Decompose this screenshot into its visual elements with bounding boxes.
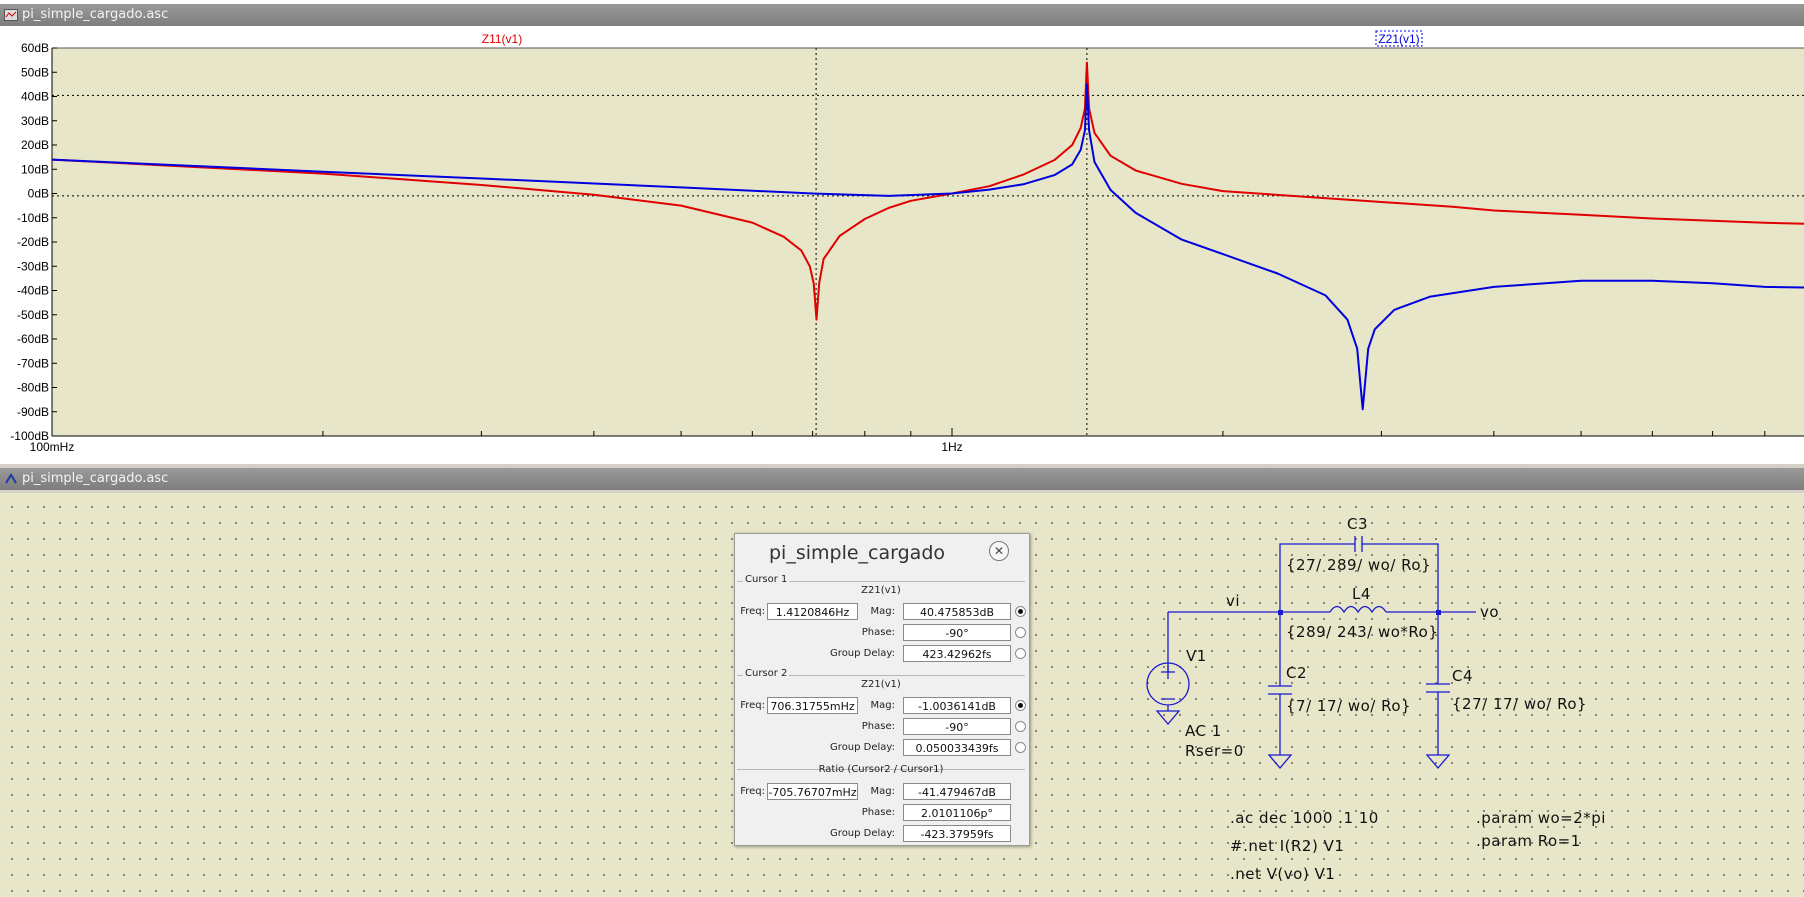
capacitor-c4-symbol [1426,683,1450,693]
close-button[interactable]: ✕ [989,541,1009,561]
cursor1-trace: Z21(v1) [861,585,901,596]
cursor2-phase-radio[interactable] [1015,721,1026,732]
v1-rser-value[interactable]: Rser=0 [1185,742,1244,760]
ratio-phase-label: Phase: [861,807,895,818]
ratio-group: Ratio (Cursor2 / Cursor1) Freq: -705.767… [737,764,1025,844]
cursor1-gd-field[interactable]: 423.42962fs [903,645,1011,662]
ratio-freq-label: Freq: [740,786,765,797]
cursor2-gd-radio[interactable] [1015,742,1026,753]
directive-net-comment[interactable]: #.net I(R2) V1 [1230,837,1344,855]
ratio-freq-field[interactable]: -705.76707mHz [767,783,858,800]
cursor2-mag-field[interactable]: -1.0036141dB [903,697,1011,714]
cursor1-phase-field[interactable]: -90° [903,624,1011,641]
cursor2-freq-field[interactable]: 706.31755mHz [767,697,858,714]
capacitor-c2-symbol [1268,685,1292,695]
directive-param-ro[interactable]: .param Ro=1 [1476,832,1581,850]
cursor2-gd-label: Group Delay: [830,742,895,753]
c4-name[interactable]: C4 [1452,667,1473,685]
inductor-l4-symbol [1329,605,1387,614]
directive-param-wo[interactable]: .param wo=2*pi [1476,809,1606,827]
l4-value[interactable]: {289/ 243/ wo*Ro} [1286,623,1438,641]
ratio-gd-label: Group Delay: [830,828,895,839]
net-label-vo[interactable]: vo [1480,603,1499,621]
ground-c4 [1425,754,1451,770]
v1-ac-value[interactable]: AC 1 [1185,722,1222,740]
cursor1-freq-label: Freq: [740,606,765,617]
cursor2-phase-label: Phase: [861,721,895,732]
c4-value[interactable]: {27/ 17/ wo/ Ro} [1452,695,1587,713]
cursor2-trace: Z21(v1) [861,679,901,690]
capacitor-c3-symbol [1354,536,1363,552]
close-icon: ✕ [993,544,1005,558]
cursor1-phase-radio[interactable] [1015,627,1026,638]
cursor1-gd-radio[interactable] [1015,648,1026,659]
cursor2-group-label: Cursor 2 [743,668,790,679]
cursor2-gd-field[interactable]: 0.050033439fs [903,739,1011,756]
ratio-mag-label: Mag: [870,786,895,797]
cursor2-freq-label: Freq: [740,700,765,711]
cursor1-freq-field[interactable]: 1.4120846Hz [767,603,858,620]
ratio-mag-field[interactable]: -41.479467dB [903,783,1011,800]
wire-c3-left [1279,543,1355,612]
cursor-dialog[interactable]: pi_simple_cargado ✕ Cursor 1 Z21(v1) Fre… [734,533,1030,846]
ratio-phase-field[interactable]: 2.0101106p° [903,804,1011,821]
cursor2-mag-label: Mag: [870,700,895,711]
cursor1-group: Cursor 1 Z21(v1) Freq: 1.4120846Hz Mag: … [737,574,1026,674]
cursor1-mag-radio[interactable] [1015,606,1026,617]
ratio-gd-field[interactable]: -423.37959fs [903,825,1011,842]
cursor1-group-label: Cursor 1 [743,574,790,585]
ground-v1 [1155,710,1181,726]
net-label-vi[interactable]: vi [1226,592,1240,610]
cursor1-phase-label: Phase: [861,627,895,638]
c3-value[interactable]: {27/ 289/ wo/ Ro} [1286,556,1431,574]
dialog-title: pi_simple_cargado [769,542,946,564]
v1-name[interactable]: V1 [1186,647,1207,665]
c3-name[interactable]: C3 [1347,515,1368,533]
cursor2-mag-radio[interactable] [1015,700,1026,711]
ratio-group-label: Ratio (Cursor2 / Cursor1) [818,764,944,775]
l4-name[interactable]: L4 [1352,585,1371,603]
c2-name[interactable]: C2 [1286,664,1307,682]
ground-c2 [1267,754,1293,770]
directive-net[interactable]: .net V(vo) V1 [1230,865,1335,883]
cursor2-group: Cursor 2 Z21(v1) Freq: 706.31755mHz Mag:… [737,668,1026,768]
cursor1-mag-field[interactable]: 40.475853dB [903,603,1011,620]
cursor2-phase-field[interactable]: -90° [903,718,1011,735]
cursor1-gd-label: Group Delay: [830,648,895,659]
c2-value[interactable]: {7/ 17/ wo/ Ro} [1286,697,1411,715]
cursor1-mag-label: Mag: [870,606,895,617]
directive-ac[interactable]: .ac dec 1000 .1 10 [1230,809,1379,827]
wire-c3-right [1362,543,1439,612]
